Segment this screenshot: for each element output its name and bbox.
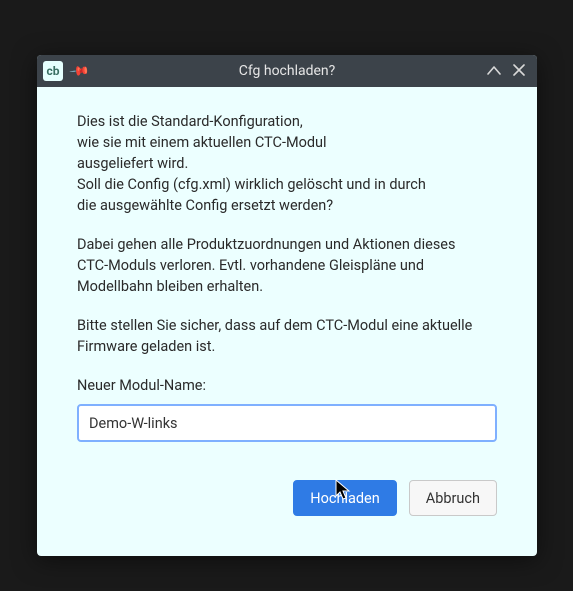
text-line: ausgeliefert wird. [77, 155, 188, 172]
text-line: Soll die Config (cfg.xml) wirklich gelös… [77, 176, 426, 193]
text-line: Firmware geladen ist. [77, 338, 215, 355]
dialog-content: Dies ist die Standard-Konfiguration, wie… [37, 87, 537, 556]
window-title: Cfg hochladen? [37, 63, 537, 79]
module-name-label: Neuer Modul-Name: [77, 375, 497, 396]
pin-icon[interactable]: 📌 [68, 60, 90, 82]
message-paragraph-3: Bitte stellen Sie sicher, dass auf dem C… [77, 315, 497, 357]
text-line: die ausgewählte Config ersetzt werden? [77, 197, 333, 214]
text-line: Dies ist die Standard-Konfiguration, [77, 113, 303, 130]
cancel-button[interactable]: Abbruch [409, 480, 497, 516]
text-line: wie sie mit einem aktuellen CTC-Modul [77, 134, 327, 151]
close-icon[interactable] [513, 64, 525, 79]
text-line: CTC-Moduls verloren. Evtl. vorhandene Gl… [77, 257, 424, 274]
module-name-input[interactable] [77, 404, 497, 442]
message-paragraph-2: Dabei gehen alle Produktzuordnungen und … [77, 234, 497, 297]
text-line: Dabei gehen alle Produktzuordnungen und … [77, 236, 455, 253]
button-row: Hochladen Abbruch [77, 480, 497, 516]
maximize-icon[interactable] [487, 65, 501, 78]
text-line: Modellbahn bleiben erhalten. [77, 278, 263, 295]
titlebar-controls [487, 64, 537, 79]
upload-button[interactable]: Hochladen [293, 480, 396, 516]
titlebar: cb 📌 Cfg hochladen? [37, 55, 537, 87]
app-icon: cb [43, 61, 63, 81]
text-line: Bitte stellen Sie sicher, dass auf dem C… [77, 317, 472, 334]
dialog-window: cb 📌 Cfg hochladen? Dies ist die Standar… [37, 55, 537, 556]
message-paragraph-1: Dies ist die Standard-Konfiguration, wie… [77, 111, 497, 216]
app-icon-letters: cb [46, 64, 59, 78]
